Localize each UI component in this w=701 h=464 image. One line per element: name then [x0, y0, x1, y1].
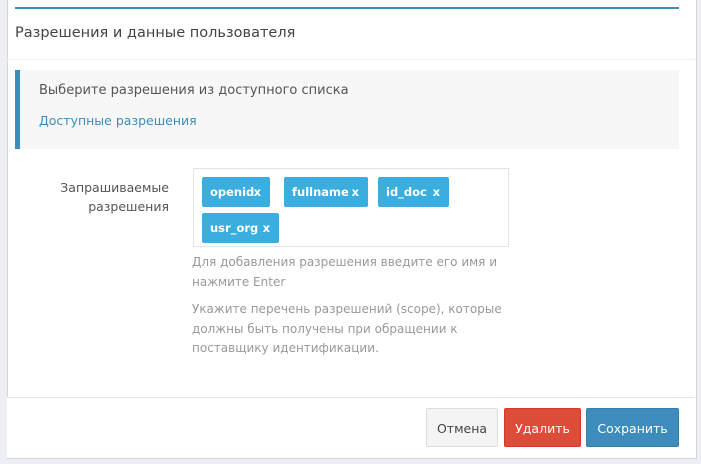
tag-remove-button[interactable]: x [263, 213, 270, 243]
callout-text: Выберите разрешения из доступного списка [39, 83, 349, 98]
requested-permissions-label: Запрашиваемые разрешения [60, 180, 169, 214]
info-callout: Выберите разрешения из доступного списка… [15, 70, 679, 149]
tag-remove-button[interactable]: x [433, 177, 440, 207]
tag-label: id_doc [386, 185, 427, 199]
tag-fullname[interactable]: fullname x [284, 177, 368, 207]
panel-top-border [15, 7, 679, 9]
tag-openid[interactable]: openid x [202, 177, 270, 207]
tag-remove-button[interactable]: x [254, 177, 261, 207]
tag-label: usr_org [210, 221, 259, 235]
delete-button[interactable]: Удалить [504, 408, 581, 447]
help-scope: Укажите перечень разрешений (scope), кот… [192, 302, 502, 355]
tag-usr-org[interactable]: usr_org x [202, 213, 279, 243]
permissions-tag-input[interactable]: openid x fullname x id_doc x usr_org x [193, 168, 509, 247]
tag-id-doc[interactable]: id_doc x [378, 177, 449, 207]
save-button[interactable]: Сохранить [586, 408, 679, 447]
available-permissions-link[interactable]: Доступные разрешения [39, 113, 197, 128]
section-divider [7, 59, 695, 60]
cancel-button[interactable]: Отмена [426, 408, 498, 447]
help-add-permission: Для добавления разрешения введите его им… [192, 255, 498, 289]
tag-label: openid [210, 185, 255, 199]
tag-label: fullname [292, 185, 349, 199]
tag-remove-button[interactable]: x [352, 177, 359, 207]
section-title: Разрешения и данные пользователя [15, 25, 296, 41]
